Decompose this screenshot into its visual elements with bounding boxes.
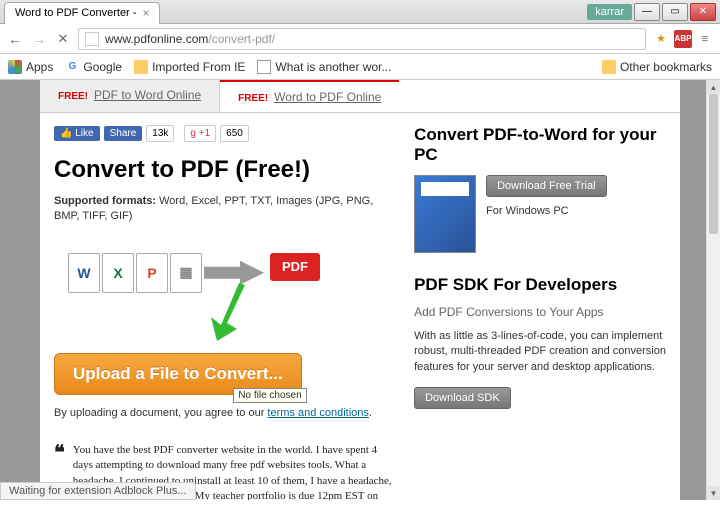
user-badge: karrar bbox=[587, 4, 632, 20]
bookmark-imported[interactable]: Imported From IE bbox=[134, 60, 245, 74]
pdf-badge: PDF bbox=[270, 253, 320, 281]
sdk-subtitle: Add PDF Conversions to Your Apps bbox=[414, 305, 666, 319]
folder-icon bbox=[134, 60, 148, 74]
close-window-button[interactable]: ✕ bbox=[690, 3, 716, 21]
page-icon bbox=[257, 60, 271, 74]
gplus-button[interactable]: g +1 bbox=[184, 125, 216, 142]
windows-note: For Windows PC bbox=[486, 205, 606, 217]
green-arrow-annotation bbox=[209, 283, 249, 343]
hero-graphic: W X P ▦ PDF bbox=[54, 239, 394, 349]
scroll-up-icon[interactable]: ▲ bbox=[707, 80, 720, 94]
file-chosen-label: No file chosen bbox=[233, 388, 306, 403]
page-favicon-icon bbox=[85, 32, 99, 46]
status-bar: Waiting for extension Adblock Plus... bbox=[0, 482, 196, 500]
page-content: FREE! PDF to Word Online FREE! Word to P… bbox=[40, 80, 680, 500]
gplus-count: 650 bbox=[220, 125, 249, 142]
browser-toolbar: ← → ✕ www.pdfonline.com/convert-pdf/ ★ A… bbox=[0, 24, 720, 54]
scroll-down-icon[interactable]: ▼ bbox=[707, 486, 720, 500]
terms-link[interactable]: terms and conditions bbox=[267, 407, 369, 419]
sidebar-heading-pdfword: Convert PDF-to-Word for your PC bbox=[414, 125, 666, 165]
minimize-button[interactable]: — bbox=[634, 3, 660, 21]
back-button[interactable]: ← bbox=[6, 30, 24, 48]
browser-tab[interactable]: Word to PDF Converter - × bbox=[4, 2, 160, 24]
bookmark-whatis[interactable]: What is another wor... bbox=[257, 60, 391, 74]
upload-file-button[interactable]: Upload a File to Convert... No file chos… bbox=[54, 353, 302, 395]
ppt-icon: P bbox=[136, 253, 168, 293]
supported-formats: Supported formats: Word, Excel, PPT, TXT… bbox=[54, 194, 394, 225]
tab-title: Word to PDF Converter - bbox=[15, 7, 136, 19]
page-tabs: FREE! PDF to Word Online FREE! Word to P… bbox=[40, 80, 680, 113]
tab-word-to-pdf[interactable]: FREE! Word to PDF Online bbox=[220, 80, 399, 112]
download-sdk-button[interactable]: Download SDK bbox=[414, 387, 511, 409]
page-viewport: FREE! PDF to Word Online FREE! Word to P… bbox=[0, 80, 720, 500]
menu-icon[interactable]: ≡ bbox=[696, 30, 714, 48]
scroll-thumb[interactable] bbox=[709, 94, 718, 234]
stop-reload-button[interactable]: ✕ bbox=[54, 30, 72, 48]
fb-share-button[interactable]: Share bbox=[104, 126, 143, 141]
sidebar-heading-sdk: PDF SDK For Developers bbox=[414, 275, 666, 295]
social-buttons: 👍 Like Share 13k g +1 650 bbox=[54, 125, 394, 142]
excel-icon: X bbox=[102, 253, 134, 293]
arrow-icon bbox=[204, 261, 264, 285]
google-icon: G bbox=[65, 60, 79, 74]
forward-button[interactable]: → bbox=[30, 30, 48, 48]
bookmark-google[interactable]: G Google bbox=[65, 60, 122, 74]
bookmark-star-icon[interactable]: ★ bbox=[652, 30, 670, 48]
address-bar[interactable]: www.pdfonline.com/convert-pdf/ bbox=[78, 28, 646, 50]
fb-count: 13k bbox=[146, 125, 174, 142]
image-icon: ▦ bbox=[170, 253, 202, 293]
download-trial-button[interactable]: Download Free Trial bbox=[486, 175, 606, 197]
page-heading: Convert to PDF (Free!) bbox=[54, 156, 394, 184]
product-boxart bbox=[414, 175, 476, 253]
bookmarks-bar: Apps G Google Imported From IE What is a… bbox=[0, 54, 720, 80]
url-path: /convert-pdf/ bbox=[208, 32, 275, 46]
abp-icon[interactable]: ABP bbox=[674, 30, 692, 48]
fb-like-button[interactable]: 👍 Like bbox=[54, 126, 100, 141]
vertical-scrollbar[interactable]: ▲ ▼ bbox=[706, 80, 720, 500]
tab-pdf-to-word[interactable]: FREE! PDF to Word Online bbox=[40, 80, 220, 112]
window-titlebar: Word to PDF Converter - × karrar — ▭ ✕ bbox=[0, 0, 720, 24]
apps-shortcut[interactable]: Apps bbox=[8, 60, 53, 74]
close-tab-icon[interactable]: × bbox=[142, 6, 149, 20]
sdk-description: With as little as 3-lines-of-code, you c… bbox=[414, 329, 666, 375]
apps-icon bbox=[8, 60, 22, 74]
terms-line: By uploading a document, you agree to ou… bbox=[54, 407, 394, 419]
other-bookmarks[interactable]: Other bookmarks bbox=[602, 60, 712, 74]
folder-icon bbox=[602, 60, 616, 74]
maximize-button[interactable]: ▭ bbox=[662, 3, 688, 21]
url-domain: www.pdfonline.com bbox=[105, 32, 208, 46]
word-icon: W bbox=[68, 253, 100, 293]
